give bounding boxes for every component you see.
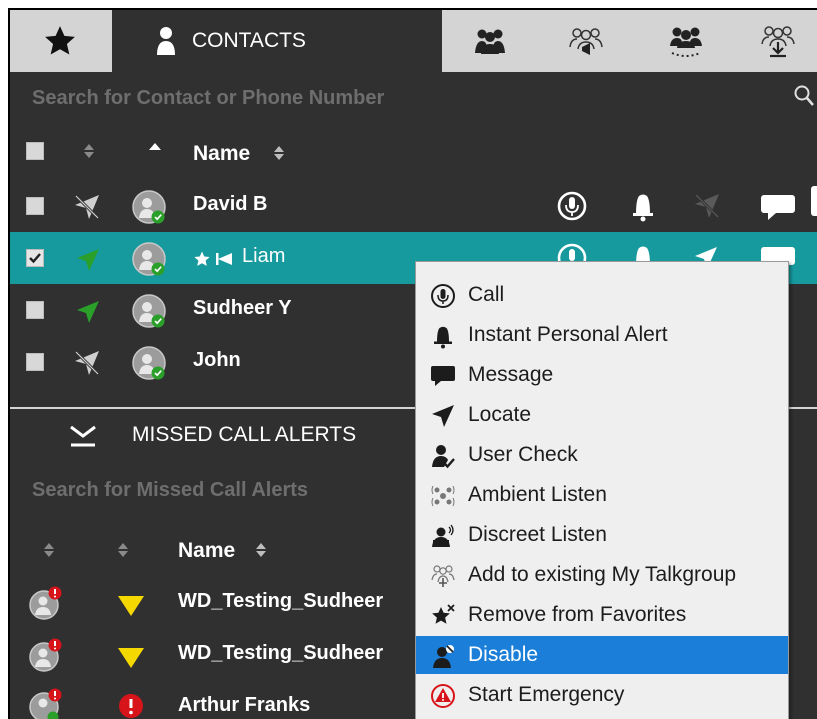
add-talkgroup-icon	[431, 565, 455, 587]
broadcast-group-icon	[670, 27, 702, 57]
menu-item-label: Remove from Favorites	[468, 603, 687, 626]
user-check-icon	[432, 445, 455, 469]
ambient-listen-icon	[431, 485, 455, 507]
locate-icon	[432, 405, 454, 427]
select-all-checkbox[interactable]	[26, 142, 44, 160]
missed-alert-name: WD_Testing_Sudheer	[178, 590, 384, 612]
disable-icon	[433, 645, 454, 668]
warning-triangle-icon	[118, 648, 144, 668]
avatar	[132, 346, 166, 380]
menu-item-disable[interactable]: Disable	[416, 636, 788, 674]
contact-name: John	[193, 349, 241, 371]
menu-item-ambient-listen[interactable]: Ambient Listen	[416, 476, 788, 514]
star-icon	[45, 26, 75, 55]
avatar-alert-icon	[29, 586, 62, 620]
more-icon[interactable]	[811, 186, 817, 216]
bell-icon[interactable]	[628, 190, 658, 222]
menu-item-label: Message	[468, 363, 554, 386]
missed-alert-name: Arthur Franks	[178, 694, 311, 716]
discreet-listen-icon	[432, 524, 454, 547]
warning-triangle-icon	[118, 596, 144, 616]
tab-bar: CONTACTS	[10, 10, 817, 72]
contact-icon	[157, 27, 175, 55]
call-icon[interactable]	[556, 190, 588, 222]
missed-call-alerts-title: MISSED CALL ALERTS	[132, 423, 357, 446]
contact-row[interactable]: David B	[10, 180, 817, 232]
menu-item-discreet-listen[interactable]: Discreet Listen	[416, 516, 788, 554]
app-window: CONTACTS Search for Contact or Phone Num…	[8, 8, 817, 719]
avatar-alert-icon	[29, 638, 62, 672]
message-icon	[431, 366, 455, 386]
sort-avatar-icon[interactable]	[42, 541, 56, 559]
talkgroup-icon	[569, 28, 603, 55]
menu-item-label: Instant Personal Alert	[468, 323, 668, 346]
contact-name: Sudheer Y	[193, 297, 292, 319]
checkmark-icon	[29, 253, 41, 264]
contact-name: Liam	[242, 245, 286, 267]
tab-broadcast[interactable]	[636, 10, 736, 72]
sort-name-icon[interactable]	[254, 541, 268, 559]
menu-item-instant-personal-alert[interactable]: Instant Personal Alert	[416, 316, 788, 354]
call-icon	[431, 284, 455, 308]
menu-item-message[interactable]: Message	[416, 356, 788, 394]
location-on-icon	[77, 249, 99, 271]
menu-item-label: Disable	[468, 643, 539, 666]
tab-talkgroups[interactable]	[536, 10, 636, 72]
contact-name: David B	[193, 193, 268, 215]
menu-item-label: Start Emergency	[468, 683, 625, 706]
menu-item-label: Ambient Listen	[468, 483, 607, 506]
tab-download-groups[interactable]	[736, 10, 817, 72]
row-checkbox[interactable]	[26, 301, 44, 319]
avatar	[132, 294, 166, 328]
missed-alert-name: WD_Testing_Sudheer	[178, 642, 384, 664]
missed-name-column-label[interactable]: Name	[178, 539, 235, 563]
missed-search-placeholder: Search for Missed Call Alerts	[32, 479, 309, 501]
locate-icon[interactable]	[692, 191, 722, 221]
collapse-icon[interactable]	[68, 423, 98, 449]
menu-item-label: Call	[468, 283, 505, 306]
menu-item-call[interactable]: Call	[416, 276, 788, 314]
row-checkbox[interactable]	[26, 197, 44, 215]
sort-status-icon[interactable]	[82, 142, 96, 160]
contacts-column-header: Name	[10, 124, 817, 180]
location-off-icon	[74, 350, 100, 376]
search-icon[interactable]	[793, 84, 815, 108]
favorite-star-icon	[194, 251, 210, 266]
avatar-alert-icon	[29, 688, 62, 719]
menu-item-user-check[interactable]: User Check	[416, 436, 788, 474]
menu-item-start-emergency[interactable]: Start Emergency	[416, 676, 788, 714]
contacts-search-placeholder: Search for Contact or Phone Number	[32, 86, 385, 109]
tab-contacts-label: CONTACTS	[192, 29, 306, 52]
menu-item-add-to-talkgroup[interactable]: Add to existing My Talkgroup	[416, 556, 788, 594]
menu-item-label: User Check	[468, 443, 578, 466]
sort-name-icon[interactable]	[272, 144, 286, 162]
priority-flag-icon	[216, 253, 232, 265]
menu-item-locate[interactable]: Locate	[416, 396, 788, 434]
emergency-icon	[119, 694, 143, 718]
menu-item-label: Locate	[468, 403, 532, 426]
location-on-icon	[77, 301, 99, 323]
row-checkbox[interactable]	[26, 353, 44, 371]
group-icon	[475, 29, 505, 54]
menu-item-label: Discreet Listen	[468, 523, 607, 546]
avatar	[132, 242, 166, 276]
avatar	[132, 190, 166, 224]
emergency-icon	[431, 684, 455, 708]
sort-ascending-icon[interactable]	[148, 140, 162, 158]
message-icon[interactable]	[760, 192, 796, 222]
menu-item-label: Add to existing My Talkgroup	[468, 563, 737, 586]
context-menu: Call Instant Personal Alert Message Loca…	[415, 261, 789, 719]
name-column-label[interactable]: Name	[193, 142, 250, 166]
sort-priority-icon[interactable]	[116, 541, 130, 559]
row-checkbox-checked[interactable]	[26, 249, 44, 267]
menu-item-remove-favorites[interactable]: Remove from Favorites	[416, 596, 788, 634]
tab-groups[interactable]	[444, 10, 536, 72]
tab-contacts[interactable]: CONTACTS	[112, 10, 442, 72]
remove-favorite-icon	[432, 604, 455, 624]
bell-icon	[434, 326, 452, 349]
contacts-search-input[interactable]: Search for Contact or Phone Number	[10, 72, 817, 124]
location-off-icon	[74, 194, 100, 220]
download-group-icon	[760, 26, 795, 58]
tab-favorites[interactable]	[10, 10, 110, 72]
